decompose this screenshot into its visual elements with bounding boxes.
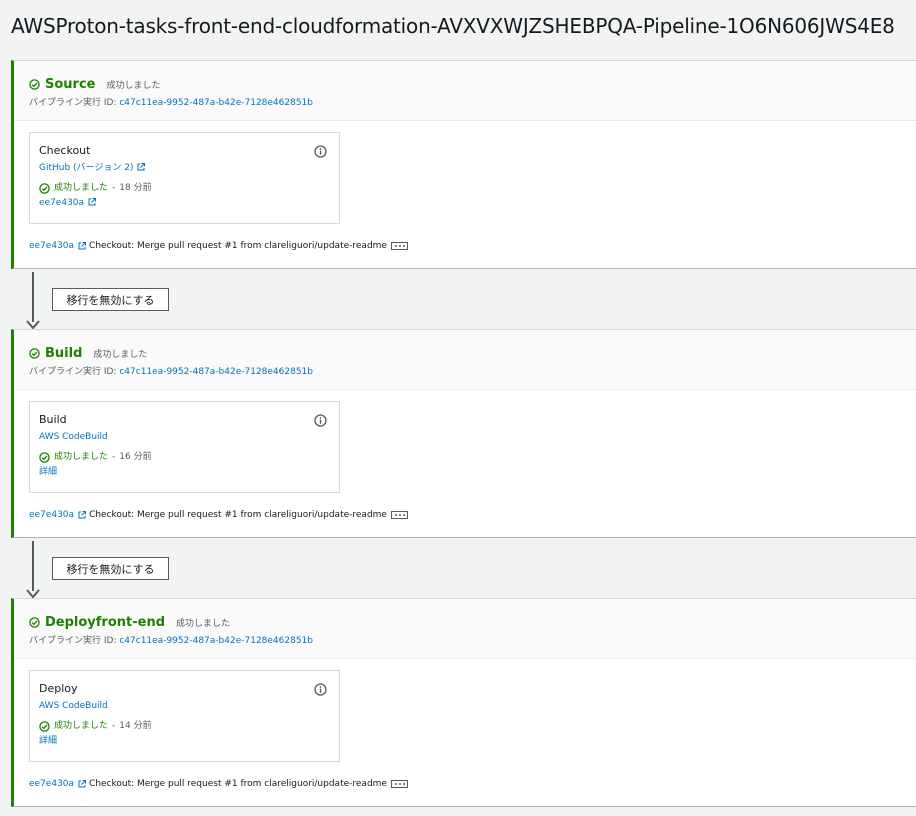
check-circle-icon: [29, 347, 40, 359]
execution-id-link[interactable]: c47c11ea-9952-487a-b42e-7128e462851b: [119, 98, 313, 108]
commit-row: ee7e430a Checkout: Merge pull request #1…: [29, 779, 408, 789]
external-link-icon: [88, 198, 97, 206]
stage-deploy-front-end: Deployfront-end 成功しました パイプライン実行 ID: c47c…: [11, 598, 916, 807]
check-circle-icon: [29, 78, 40, 90]
action-name: Deploy: [39, 682, 78, 695]
commit-row: ee7e430a Checkout: Merge pull request #1…: [29, 510, 408, 520]
action-status: 成功しました - 14 分前: [39, 721, 339, 732]
separator: -: [112, 183, 116, 193]
execution-id-label: パイプライン実行 ID:: [29, 98, 120, 108]
disable-transition-button[interactable]: 移行を無効にする: [52, 288, 169, 311]
stage-header: Source 成功しました パイプライン実行 ID: c47c11ea-9952…: [14, 61, 916, 121]
commit-message: Checkout: Merge pull request #1 from cla…: [89, 779, 387, 789]
stage-build: Build 成功しました パイプライン実行 ID: c47c11ea-9952-…: [11, 329, 916, 538]
commit-id-link[interactable]: ee7e430a: [29, 510, 74, 520]
stage-status: 成功しました: [106, 80, 161, 91]
stage-name: Source: [45, 76, 96, 92]
provider-link[interactable]: AWS CodeBuild: [39, 432, 339, 443]
info-icon[interactable]: [314, 145, 327, 158]
external-link-icon[interactable]: [78, 242, 87, 250]
stage-name: Deployfront-end: [45, 614, 166, 630]
check-circle-icon: [39, 183, 50, 194]
details-link[interactable]: 詳細: [39, 736, 339, 747]
action-name: Checkout: [39, 144, 91, 157]
action-time: 16 分前: [119, 452, 152, 462]
stage-status: 成功しました: [176, 618, 231, 629]
action-status-text: 成功しました: [54, 721, 109, 731]
provider-label: GitHub (バージョン 2): [39, 163, 134, 173]
external-link-icon: [137, 163, 146, 171]
check-circle-icon: [29, 616, 40, 628]
transition: 移行を無効にする: [11, 270, 916, 330]
commit-link-label: ee7e430a: [39, 198, 85, 208]
action-card-deploy: Deploy AWS CodeBuild 成功しました - 14 分前 詳細: [29, 670, 340, 762]
stage-source: Source 成功しました パイプライン実行 ID: c47c11ea-9952…: [11, 60, 916, 269]
execution-id-label: パイプライン実行 ID:: [29, 636, 120, 646]
provider-label: AWS CodeBuild: [39, 701, 108, 711]
check-circle-icon: [39, 721, 50, 732]
details-link[interactable]: 詳細: [39, 467, 339, 478]
action-card-checkout: Checkout GitHub (バージョン 2) 成功しました - 18 分前…: [29, 132, 340, 224]
commit-id-link[interactable]: ee7e430a: [29, 241, 74, 251]
transition: 移行を無効にする: [11, 539, 916, 599]
provider-link[interactable]: AWS CodeBuild: [39, 701, 339, 712]
more-icon[interactable]: [390, 242, 408, 250]
more-icon[interactable]: [390, 511, 408, 519]
action-status: 成功しました - 16 分前: [39, 452, 339, 463]
action-status-text: 成功しました: [54, 452, 109, 462]
execution-id-label: パイプライン実行 ID:: [29, 367, 120, 377]
action-name: Build: [39, 413, 67, 426]
check-circle-icon: [39, 452, 50, 463]
info-icon[interactable]: [314, 414, 327, 427]
info-icon[interactable]: [314, 683, 327, 696]
disable-transition-button[interactable]: 移行を無効にする: [52, 557, 169, 580]
action-time: 18 分前: [119, 183, 152, 193]
action-time: 14 分前: [119, 721, 152, 731]
execution-id-link[interactable]: c47c11ea-9952-487a-b42e-7128e462851b: [119, 367, 313, 377]
commit-message: Checkout: Merge pull request #1 from cla…: [89, 241, 387, 251]
commit-row: ee7e430a Checkout: Merge pull request #1…: [29, 241, 408, 251]
page-title: AWSProton-tasks-front-end-cloudformation…: [11, 14, 895, 38]
stage-header: Build 成功しました パイプライン実行 ID: c47c11ea-9952-…: [14, 330, 916, 390]
external-link-icon[interactable]: [78, 511, 87, 519]
more-icon[interactable]: [390, 780, 408, 788]
stage-header: Deployfront-end 成功しました パイプライン実行 ID: c47c…: [14, 599, 916, 659]
separator: -: [112, 721, 116, 731]
stage-status: 成功しました: [93, 349, 148, 360]
external-link-icon[interactable]: [78, 780, 87, 788]
stage-name: Build: [45, 345, 83, 361]
action-status: 成功しました - 18 分前: [39, 183, 339, 194]
action-status-text: 成功しました: [54, 183, 109, 193]
commit-id-link[interactable]: ee7e430a: [29, 779, 74, 789]
execution-id-link[interactable]: c47c11ea-9952-487a-b42e-7128e462851b: [119, 636, 313, 646]
separator: -: [112, 452, 116, 462]
commit-link[interactable]: ee7e430a: [39, 198, 339, 209]
commit-message: Checkout: Merge pull request #1 from cla…: [89, 510, 387, 520]
action-card-build: Build AWS CodeBuild 成功しました - 16 分前 詳細: [29, 401, 340, 493]
provider-link[interactable]: GitHub (バージョン 2): [39, 163, 339, 174]
provider-label: AWS CodeBuild: [39, 432, 108, 442]
